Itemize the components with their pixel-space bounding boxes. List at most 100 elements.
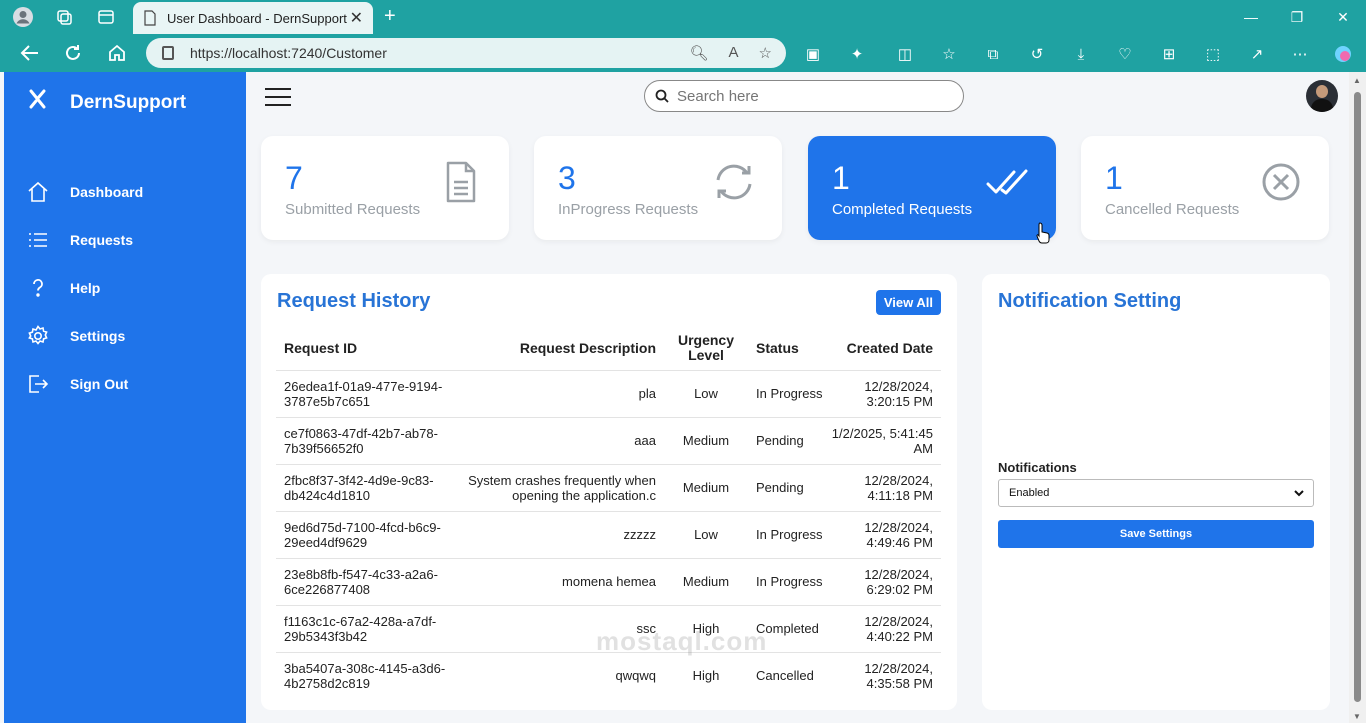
zoom-icon[interactable]: 🔍︎ [689,44,708,62]
sidebar-item-sign-out[interactable]: Sign Out [4,360,246,408]
restore-icon[interactable]: ❐ [1274,0,1320,34]
sidebar: DernSupport Dashboard Requests Help Sett… [4,72,246,723]
table-row[interactable]: 2fbc8f37-3f42-4d9e-9c83-db424c4d1810 Sys… [276,463,941,511]
more-menu-icon[interactable]: ⋯ [1290,44,1310,64]
request-id-cell: 26edea1f-01a9-477e-9194-3787e5b7c651 [276,369,466,417]
download-icon[interactable]: ⤓ [1071,44,1091,64]
favorites-icon[interactable]: ☆ [939,44,959,64]
brand[interactable]: DernSupport [28,88,186,117]
request-id-cell: 9ed6d75d-7100-4fcd-b6c9-29eed4df9629 [276,510,466,558]
request-id-cell: 3ba5407a-308c-4145-a3d6-4b2758d2c819 [276,651,466,699]
description-cell: qwqwq [466,651,666,699]
cancel-circle-icon [1262,163,1300,201]
tab-actions-icon[interactable] [95,6,117,28]
scrollbar-thumb[interactable] [1354,92,1361,702]
card-count: 1 [1105,160,1123,196]
status-cell: Cancelled [746,651,831,699]
table-row[interactable]: ce7f0863-47df-42b7-ab78-7b39f56652f0 aaa… [276,416,941,464]
workspaces-icon[interactable] [53,6,75,28]
table-header-row: Request ID Request Description Urgency L… [276,326,941,370]
urgency-cell: Low [666,510,746,558]
brand-logo-icon [28,88,48,117]
address-bar[interactable]: https://localhost:7240/Customer 🔍︎ A ☆ [146,38,786,68]
extension-icon[interactable]: ▣ [803,44,823,64]
apps-icon[interactable]: ⊞ [1159,44,1179,64]
urgency-cell: Medium [666,557,746,605]
window-close-icon[interactable]: ✕ [1320,0,1366,34]
search-input[interactable] [677,87,947,105]
refresh-icon[interactable] [62,42,84,64]
new-tab-icon[interactable]: + [384,5,396,28]
avatar[interactable] [1306,80,1338,112]
date-cell: 12/28/2024, 4:35:58 PM [831,651,941,699]
column-header[interactable]: Status [746,326,831,370]
column-header[interactable]: Request Description [466,326,666,370]
copilot-icon[interactable] [1333,44,1353,64]
column-header[interactable]: Urgency Level [666,326,746,370]
date-cell: 12/28/2024, 6:29:02 PM [831,557,941,605]
scroll-down-icon[interactable]: ▼ [1353,712,1361,721]
card-count: 7 [285,160,303,196]
table-row[interactable]: 3ba5407a-308c-4145-a3d6-4b2758d2c819 qwq… [276,651,941,699]
sidebar-item-settings[interactable]: Settings [4,312,246,360]
urgency-cell: Low [666,369,746,417]
back-icon[interactable] [19,42,41,64]
sidebar-item-dashboard[interactable]: Dashboard [4,168,246,216]
menu-toggle-icon[interactable] [265,88,291,106]
column-header[interactable]: Request ID [276,326,466,370]
scroll-up-icon[interactable]: ▲ [1353,76,1361,85]
home-icon [26,180,50,204]
page-icon [144,10,156,26]
view-all-button[interactable]: View All [875,290,941,315]
history-icon[interactable]: ↺ [1027,44,1047,64]
sidebar-item-help[interactable]: Help [4,264,246,312]
column-header[interactable]: Created Date [831,326,941,370]
inprogress-requests-card[interactable]: 3 InProgress Requests [534,136,782,240]
status-cell: Pending [746,463,831,511]
cancelled-requests-card[interactable]: 1 Cancelled Requests [1081,136,1329,240]
table-row[interactable]: 23e8b8fb-f547-4c33-a2a6-6ce226877408 mom… [276,557,941,605]
request-id-cell: 2fbc8f37-3f42-4d9e-9c83-db424c4d1810 [276,463,466,511]
puzzle-icon[interactable]: ✦ [847,44,867,64]
share-icon[interactable]: ↗ [1247,44,1267,64]
double-check-icon [986,169,1028,195]
page-scrollbar[interactable]: ▲ ▼ [1349,72,1366,723]
description-cell: pla [466,369,666,417]
notifications-select[interactable]: Enabled [998,479,1314,507]
status-cell: In Progress [746,369,831,417]
minimize-icon[interactable]: — [1228,0,1274,34]
request-id-cell: f1163c1c-67a2-428a-a7df-29b5343f3b42 [276,604,466,652]
screenshot-icon[interactable]: ⬚ [1203,44,1223,64]
table-row[interactable]: 26edea1f-01a9-477e-9194-3787e5b7c651 pla… [276,369,941,417]
search-box[interactable] [644,80,964,112]
list-icon [26,228,50,252]
refresh-icon [716,164,752,200]
request-id-cell: 23e8b8fb-f547-4c33-a2a6-6ce226877408 [276,557,466,605]
home-browser-icon[interactable] [106,42,128,64]
profile-icon[interactable] [12,6,34,28]
completed-requests-card[interactable]: 1 Completed Requests [808,136,1056,240]
card-label: Completed Requests [832,201,973,218]
status-cell: In Progress [746,557,831,605]
status-cell: In Progress [746,510,831,558]
favorite-star-icon[interactable]: ☆ [759,44,772,62]
table-row[interactable]: 9ed6d75d-7100-4fcd-b6c9-29eed4df9629 zzz… [276,510,941,558]
collections-icon[interactable]: ⧉ [983,44,1003,64]
chevron-down-icon [1294,490,1304,497]
browser-tab[interactable]: User Dashboard - DernSupport ✕ [133,2,373,34]
card-count: 3 [558,160,576,196]
close-tab-icon[interactable]: ✕ [350,8,363,28]
browser-tab-bar: User Dashboard - DernSupport ✕ + — ❐ ✕ [0,0,1366,34]
read-aloud-icon[interactable]: A [729,44,739,62]
main-content: 7 Submitted Requests 3 InProgress Reques… [246,72,1349,723]
sidebar-item-requests[interactable]: Requests [4,216,246,264]
performance-icon[interactable]: ♡ [1115,44,1135,64]
search-icon [655,89,669,103]
split-screen-icon[interactable]: ◫ [895,44,915,64]
submitted-requests-card[interactable]: 7 Submitted Requests [261,136,509,240]
sidebar-item-label: Settings [70,328,126,344]
document-icon [446,161,476,203]
save-settings-button[interactable]: Save Settings [998,520,1314,548]
date-cell: 12/28/2024, 3:20:15 PM [831,369,941,417]
request-id-cell: ce7f0863-47df-42b7-ab78-7b39f56652f0 [276,416,466,464]
